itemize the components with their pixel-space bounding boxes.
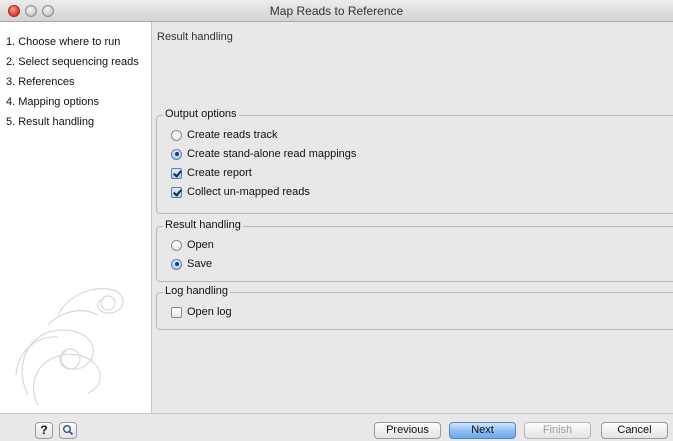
next-button[interactable]: Next [449,422,516,439]
title-bar: Map Reads to Reference [0,0,673,22]
finish-button[interactable]: Finish [524,422,591,439]
previous-button[interactable]: Previous [374,422,441,439]
save-option[interactable]: Save [171,256,212,272]
open-option[interactable]: Open [171,237,214,253]
create-report-option[interactable]: Create report [171,165,252,181]
create-report-checkbox[interactable] [171,167,182,179]
open-log-label: Open log [187,306,232,318]
step-choose-where-to-run: 1. Choose where to run [6,36,121,48]
window-title: Map Reads to Reference [269,4,404,18]
output-options-group: Output options Create reads track Create… [156,108,673,214]
magnifier-icon [63,425,74,436]
create-stand-alone-read-mappings-radio[interactable] [171,148,182,160]
open-label: Open [187,239,214,251]
create-reads-track-option[interactable]: Create reads track [171,127,277,143]
collect-unmapped-reads-option[interactable]: Collect un-mapped reads [171,184,310,200]
button-bar: ? Previous Next Finish Cancel [0,413,673,441]
search-help-button[interactable] [59,422,77,439]
output-options-legend: Output options [163,108,239,120]
help-label: ? [40,423,48,437]
open-log-option[interactable]: Open log [171,304,232,320]
save-label: Save [187,258,213,270]
open-radio[interactable] [171,239,182,251]
step-mapping-options: 4. Mapping options [6,96,99,108]
create-stand-alone-read-mappings-label: Create stand-alone read mappings [187,148,357,160]
cancel-button[interactable]: Cancel [601,422,668,439]
create-stand-alone-read-mappings-option[interactable]: Create stand-alone read mappings [171,146,356,162]
create-reads-track-label: Create reads track [187,129,278,141]
wizard-steps-sidebar: 1. Choose where to run 2. Select sequenc… [0,22,152,413]
create-reads-track-radio[interactable] [171,129,182,141]
collect-unmapped-reads-label: Collect un-mapped reads [187,186,310,198]
step-references: 3. References [6,76,75,88]
open-log-checkbox[interactable] [171,306,182,318]
main-panel: Result handling Output options Create re… [152,22,673,413]
decorative-swirl-logo [15,288,124,405]
section-title: Result handling [157,31,233,43]
result-handling-legend: Result handling [163,219,243,231]
log-handling-group: Log handling Open log [156,285,673,330]
create-report-label: Create report [187,167,252,179]
help-button[interactable]: ? [35,422,53,439]
step-result-handling: 5. Result handling [6,116,95,128]
collect-unmapped-reads-checkbox[interactable] [171,186,182,198]
save-radio[interactable] [171,258,182,270]
result-handling-group: Result handling Open Save [156,219,673,282]
log-handling-legend: Log handling [163,285,231,297]
step-select-sequencing-reads: 2. Select sequencing reads [6,56,139,68]
